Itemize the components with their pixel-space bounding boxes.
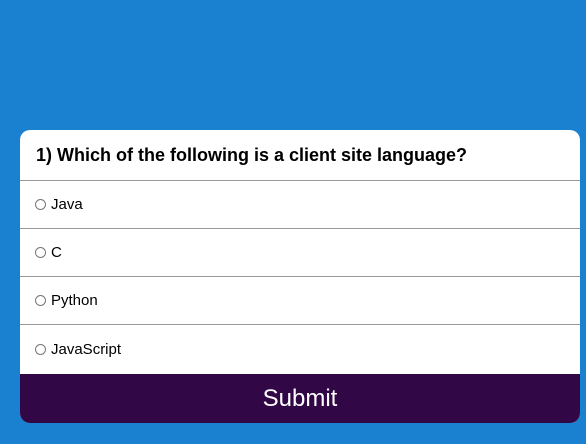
- option-python[interactable]: Python: [20, 277, 580, 325]
- option-label: JavaScript: [51, 340, 122, 358]
- quiz-card: 1) Which of the following is a client si…: [20, 130, 580, 423]
- radio-button[interactable]: [35, 247, 46, 258]
- radio-button[interactable]: [35, 199, 46, 210]
- option-label: C: [51, 244, 62, 261]
- radio-button[interactable]: [35, 343, 46, 355]
- option-java[interactable]: Java: [20, 181, 580, 229]
- option-javascript[interactable]: JavaScript: [20, 325, 580, 373]
- option-c[interactable]: C: [20, 229, 580, 277]
- submit-button[interactable]: Submit: [20, 374, 580, 423]
- question-text: 1) Which of the following is a client si…: [20, 130, 580, 181]
- option-label: Python: [51, 292, 98, 309]
- radio-button[interactable]: [35, 295, 46, 306]
- option-label: Java: [51, 196, 83, 213]
